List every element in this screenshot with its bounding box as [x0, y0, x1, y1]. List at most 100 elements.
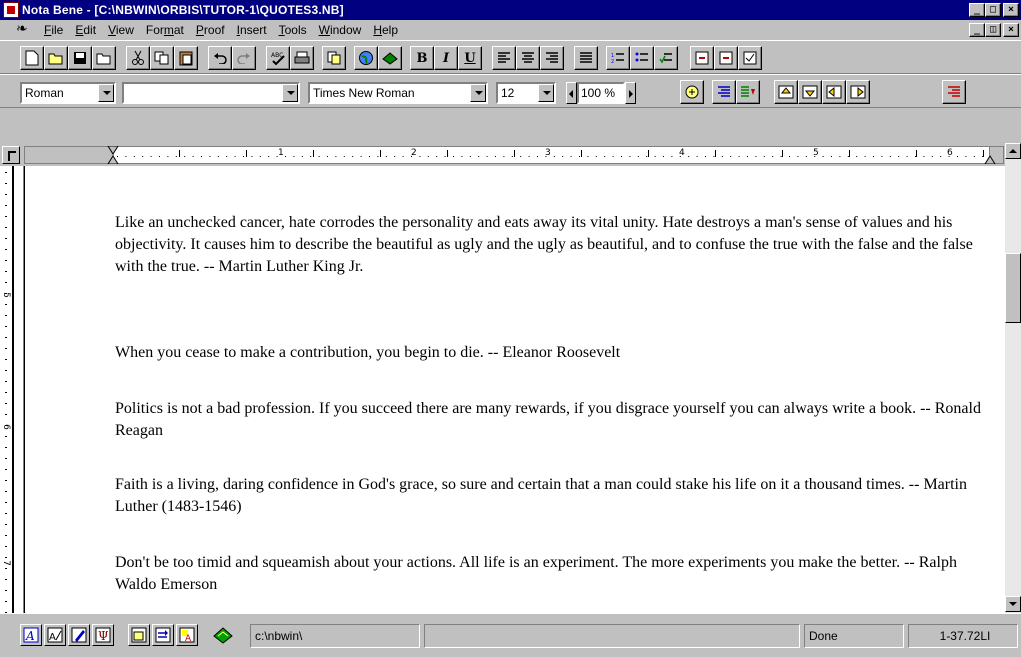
- menu-file[interactable]: File: [38, 23, 69, 37]
- menu-help[interactable]: Help: [367, 23, 404, 37]
- vruler-dot: [5, 524, 7, 525]
- secondary-dropdown-arrow-icon[interactable]: [282, 84, 298, 102]
- zoom-value[interactable]: 100 %: [577, 82, 625, 104]
- font-size-select[interactable]: 12: [496, 82, 556, 104]
- open-document-icon[interactable]: [92, 46, 116, 70]
- zoom-increase-icon[interactable]: [625, 82, 636, 104]
- ruler-text-area: 1 2 3 4 5 6: [113, 147, 990, 163]
- globe-icon[interactable]: [354, 46, 378, 70]
- open-folder-icon[interactable]: [44, 46, 68, 70]
- menu-insert[interactable]: Insert: [231, 23, 273, 37]
- ruler-dot: [461, 156, 463, 157]
- vertical-scrollbar[interactable]: [1005, 143, 1021, 613]
- checklist-icon[interactable]: [654, 46, 678, 70]
- zoom-decrease-icon[interactable]: [566, 82, 577, 104]
- text-frame-icon[interactable]: A: [20, 624, 42, 646]
- copy-icon[interactable]: [150, 46, 174, 70]
- new-document-icon[interactable]: [20, 46, 44, 70]
- green-book-status-icon[interactable]: [212, 624, 234, 646]
- underline-button[interactable]: U: [458, 46, 482, 70]
- undo-arrow-icon[interactable]: [208, 46, 232, 70]
- justify-icon[interactable]: [574, 46, 598, 70]
- move-down-arrow-icon[interactable]: [798, 80, 822, 104]
- maximize-button[interactable]: □: [985, 3, 1001, 17]
- blue-outline-icon[interactable]: [712, 80, 736, 104]
- quote-paragraph[interactable]: Faith is a living, daring confidence in …: [115, 474, 985, 518]
- italic-button[interactable]: I: [434, 46, 458, 70]
- red-lines-icon[interactable]: [942, 80, 966, 104]
- window-frame-icon[interactable]: [128, 624, 150, 646]
- horizontal-ruler[interactable]: 1 2 3 4 5 6: [0, 142, 1021, 166]
- menu-edit[interactable]: Edit: [69, 23, 102, 37]
- macro-icon[interactable]: [680, 80, 704, 104]
- document-copy-icon[interactable]: [322, 46, 346, 70]
- zoom-spinner[interactable]: 100 %: [566, 82, 636, 104]
- document-area[interactable]: Like an unchecked cancer, hate corrodes …: [24, 166, 1005, 613]
- secondary-select[interactable]: [122, 82, 300, 104]
- doc-close-button[interactable]: ×: [1003, 23, 1019, 37]
- right-indent-marker-icon[interactable]: [984, 146, 996, 164]
- cut-scissors-icon[interactable]: [126, 46, 150, 70]
- pen-tool-icon[interactable]: [68, 624, 90, 646]
- table-checkbox-icon[interactable]: [738, 46, 762, 70]
- print-printer-icon[interactable]: [290, 46, 314, 70]
- scroll-thumb[interactable]: [1005, 253, 1021, 323]
- spell-check-icon[interactable]: ABC: [266, 46, 290, 70]
- ruler-strip[interactable]: 1 2 3 4 5 6: [24, 146, 1004, 164]
- align-center-icon[interactable]: [516, 46, 540, 70]
- align-right-icon[interactable]: [540, 46, 564, 70]
- doc-minimize-button[interactable]: _: [969, 23, 985, 37]
- quote-paragraph[interactable]: Politics is not a bad profession. If you…: [115, 398, 985, 442]
- nota-bene-app-icon[interactable]: [3, 2, 19, 18]
- title-bar[interactable]: Nota Bene - [C:\NBWIN\ORBIS\TUTOR-1\QUOT…: [0, 0, 1021, 20]
- menu-window[interactable]: Window: [313, 23, 368, 37]
- menu-view[interactable]: View: [102, 23, 140, 37]
- menu-proof[interactable]: Proof: [190, 23, 231, 37]
- font-size-value: 12: [501, 86, 515, 100]
- insert-column-icon[interactable]: [690, 46, 714, 70]
- vruler-dot: [5, 414, 7, 415]
- quote-paragraph[interactable]: When you cease to make a contribution, y…: [115, 342, 985, 364]
- promote-arrow-icon[interactable]: [822, 80, 846, 104]
- tab-stop-selector-icon[interactable]: [2, 146, 20, 164]
- bullet-list-icon[interactable]: [630, 46, 654, 70]
- font-dropdown-arrow-icon[interactable]: [470, 84, 486, 102]
- document-system-menu-icon[interactable]: [16, 20, 38, 37]
- quote-paragraph[interactable]: Don't be too timid and squeamish about y…: [115, 552, 985, 596]
- vruler-number: 6: [0, 424, 11, 430]
- style-dropdown-arrow-icon[interactable]: [98, 84, 114, 102]
- quote-paragraph[interactable]: Like an unchecked cancer, hate corrodes …: [115, 212, 985, 278]
- menu-format[interactable]: Format: [140, 23, 190, 37]
- ruler-tick: [313, 150, 314, 157]
- font-size-dropdown-arrow-icon[interactable]: [538, 84, 554, 102]
- left-indent-marker-icon[interactable]: [107, 146, 119, 164]
- demote-arrow-icon[interactable]: [846, 80, 870, 104]
- language-icon[interactable]: A: [176, 624, 198, 646]
- symbol-psi-icon[interactable]: Ψ: [92, 624, 114, 646]
- scroll-up-arrow-icon[interactable]: [1005, 143, 1021, 159]
- move-up-arrow-icon[interactable]: [774, 80, 798, 104]
- save-disk-icon[interactable]: [68, 46, 92, 70]
- align-left-icon[interactable]: [492, 46, 516, 70]
- font-select[interactable]: Times New Roman: [308, 82, 488, 104]
- swap-arrows-icon[interactable]: [152, 624, 174, 646]
- delete-column-icon[interactable]: [714, 46, 738, 70]
- ruler-dot: [394, 156, 396, 157]
- vruler-dot: [5, 260, 7, 261]
- menu-tools[interactable]: Tools: [273, 23, 313, 37]
- numbered-list-icon[interactable]: 12: [606, 46, 630, 70]
- ruler-dot: [839, 156, 841, 157]
- redo-arrow-icon[interactable]: [232, 46, 256, 70]
- minimize-button[interactable]: _: [969, 3, 985, 17]
- style-select[interactable]: Roman: [20, 82, 116, 104]
- outline-promote-icon[interactable]: [736, 80, 760, 104]
- bold-button[interactable]: B: [410, 46, 434, 70]
- doc-restore-button[interactable]: ◫: [985, 23, 1001, 37]
- paste-clipboard-icon[interactable]: [174, 46, 198, 70]
- vruler-dot: [5, 502, 7, 503]
- close-button[interactable]: ×: [1003, 3, 1019, 17]
- vruler-dot: [5, 172, 7, 173]
- green-book-icon[interactable]: [378, 46, 402, 70]
- edit-text-icon[interactable]: A: [44, 624, 66, 646]
- scroll-down-arrow-icon[interactable]: [1005, 596, 1021, 612]
